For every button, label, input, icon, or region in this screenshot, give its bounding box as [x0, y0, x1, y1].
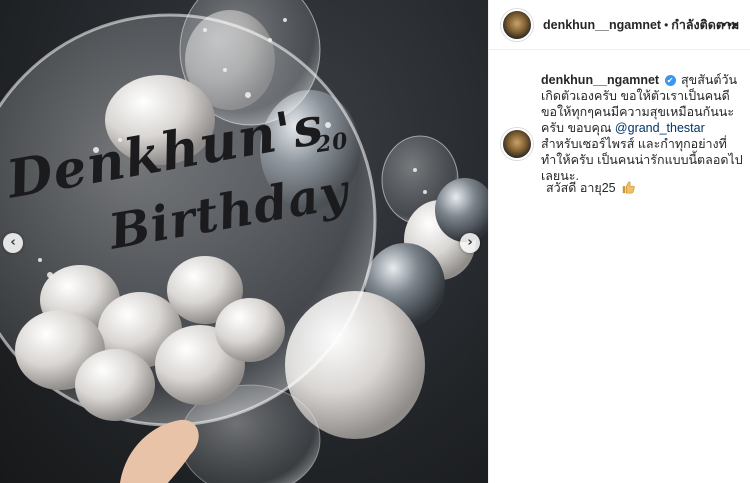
more-options-icon[interactable]: ••• — [721, 16, 739, 32]
thumbs-up-emoji-icon — [622, 181, 635, 194]
post-sidebar: denkhun__ngamnet • กำลังติดตาม ••• denkh… — [488, 0, 750, 483]
balloons-illustration — [0, 0, 488, 483]
avatar[interactable] — [501, 8, 533, 41]
separator-dot: • — [664, 17, 669, 32]
post-header: denkhun__ngamnet • กำลังติดตาม ••• — [489, 0, 750, 50]
header-username[interactable]: denkhun__ngamnet — [543, 18, 661, 32]
post-photo: Denkhun's Birthday 20 ‹ › — [0, 0, 488, 483]
mention-link[interactable]: @grand_thestar — [615, 121, 705, 135]
next-photo-button[interactable]: › — [460, 233, 480, 253]
caption: denkhun__ngamnet ✔ สุขสันต์วันเกิดตัวเอง… — [501, 72, 745, 184]
comment: สวัสดี อายุ25 — [546, 178, 635, 198]
caption-text: denkhun__ngamnet ✔ สุขสันต์วันเกิดตัวเอง… — [541, 72, 745, 184]
verified-badge-icon: ✔ — [664, 75, 676, 87]
caption-avatar[interactable] — [501, 128, 533, 160]
caption-text-part2: สำหรับเซอร์ไพรส์ และกำทุกอย่างที่ทำให้คร… — [541, 137, 743, 183]
balloon-number: 20 — [314, 127, 351, 159]
caption-username[interactable]: denkhun__ngamnet — [541, 73, 659, 87]
comment-text: สวัสดี อายุ25 — [546, 181, 616, 195]
previous-photo-button[interactable]: ‹ — [3, 233, 23, 253]
